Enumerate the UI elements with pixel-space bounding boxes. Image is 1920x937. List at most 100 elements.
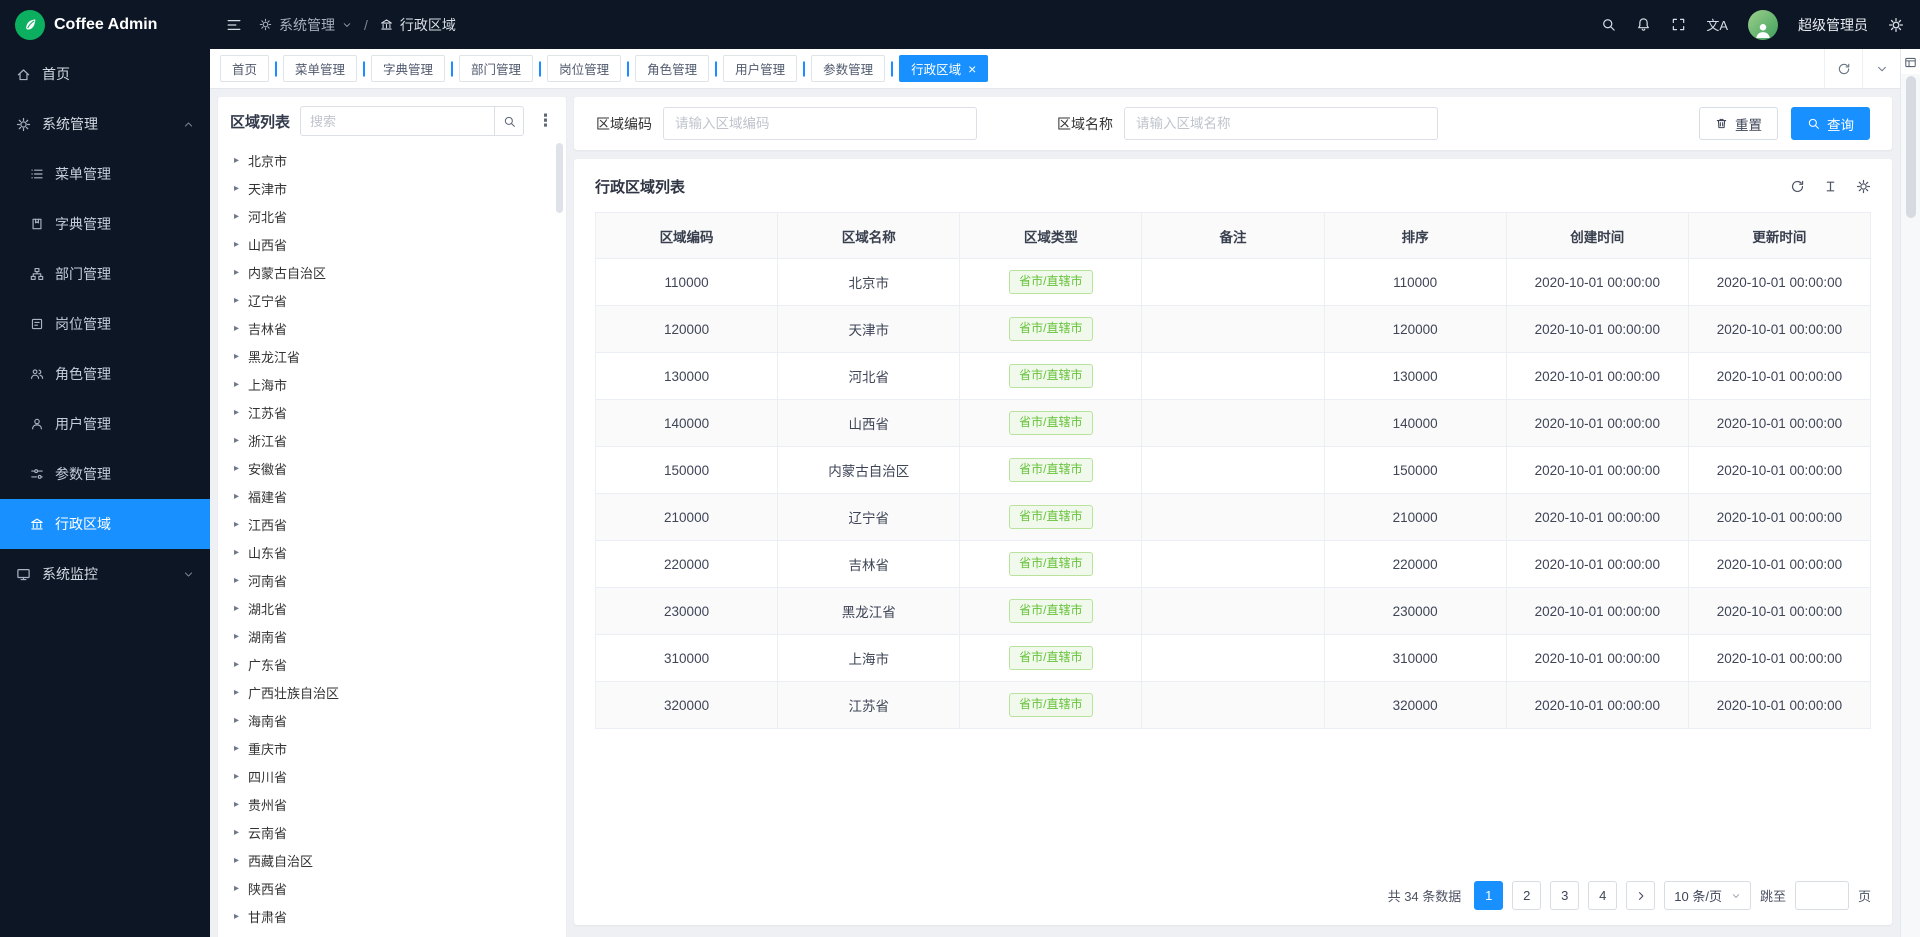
settings-gear-icon[interactable]: [1888, 17, 1904, 33]
tab-item[interactable]: 菜单管理: [283, 55, 357, 82]
table-row[interactable]: 130000河北省省市/直辖市1300002020-10-01 00:00:00…: [596, 353, 1871, 400]
avatar[interactable]: [1748, 10, 1778, 40]
more-vertical-icon[interactable]: ⋮: [534, 111, 557, 131]
caret-right-icon[interactable]: ▸: [234, 379, 239, 390]
tree-item[interactable]: ▸山西省: [226, 230, 566, 258]
tree-scrollbar-thumb[interactable]: [556, 143, 563, 213]
caret-right-icon[interactable]: ▸: [234, 603, 239, 614]
refresh-icon[interactable]: [1824, 49, 1862, 88]
caret-right-icon[interactable]: ▸: [234, 659, 239, 670]
sidebar-item-dict[interactable]: 字典管理: [0, 199, 210, 249]
caret-right-icon[interactable]: ▸: [234, 743, 239, 754]
close-icon[interactable]: ×: [968, 62, 976, 76]
caret-right-icon[interactable]: ▸: [234, 575, 239, 586]
table-row[interactable]: 120000天津市省市/直辖市1200002020-10-01 00:00:00…: [596, 306, 1871, 353]
table-row[interactable]: 320000江苏省省市/直辖市3200002020-10-01 00:00:00…: [596, 682, 1871, 729]
table-row[interactable]: 110000北京市省市/直辖市1100002020-10-01 00:00:00…: [596, 259, 1871, 306]
tree-item[interactable]: ▸重庆市: [226, 734, 566, 762]
bell-icon[interactable]: [1636, 17, 1651, 32]
tree-item[interactable]: ▸湖南省: [226, 622, 566, 650]
caret-right-icon[interactable]: ▸: [234, 267, 239, 278]
tab-item[interactable]: 用户管理: [723, 55, 797, 82]
tab-item[interactable]: 首页: [220, 55, 269, 82]
breadcrumb-group[interactable]: 系统管理: [279, 15, 335, 35]
caret-right-icon[interactable]: ▸: [234, 827, 239, 838]
caret-right-icon[interactable]: ▸: [234, 407, 239, 418]
query-button[interactable]: 查询: [1791, 107, 1870, 140]
tree-item[interactable]: ▸黑龙江省: [226, 342, 566, 370]
sidebar-item-region[interactable]: 行政区域: [0, 499, 210, 549]
caret-right-icon[interactable]: ▸: [234, 519, 239, 530]
tree-item[interactable]: ▸福建省: [226, 482, 566, 510]
tree-item[interactable]: ▸云南省: [226, 818, 566, 846]
username[interactable]: 超级管理员: [1798, 15, 1868, 35]
tree-item[interactable]: ▸辽宁省: [226, 286, 566, 314]
tree-item[interactable]: ▸天津市: [226, 174, 566, 202]
table-row[interactable]: 220000吉林省省市/直辖市2200002020-10-01 00:00:00…: [596, 541, 1871, 588]
collapse-sidebar-icon[interactable]: [226, 17, 242, 33]
jump-page-input[interactable]: [1795, 881, 1849, 910]
sidebar-item-role[interactable]: 角色管理: [0, 349, 210, 399]
tab-item[interactable]: 参数管理: [811, 55, 885, 82]
page-button-3[interactable]: 3: [1550, 881, 1579, 910]
caret-right-icon[interactable]: ▸: [234, 463, 239, 474]
next-page-button[interactable]: [1626, 881, 1655, 910]
caret-right-icon[interactable]: ▸: [234, 799, 239, 810]
tree-item[interactable]: ▸山东省: [226, 538, 566, 566]
tree-item[interactable]: ▸浙江省: [226, 426, 566, 454]
tree-item[interactable]: ▸西藏自治区: [226, 846, 566, 874]
tab-item[interactable]: 岗位管理: [547, 55, 621, 82]
tree-search-input[interactable]: [301, 114, 494, 129]
tree-item[interactable]: ▸青海省: [226, 930, 566, 937]
caret-right-icon[interactable]: ▸: [234, 687, 239, 698]
region-name-input[interactable]: [1124, 107, 1438, 140]
tree-item[interactable]: ▸陕西省: [226, 874, 566, 902]
table-row[interactable]: 150000内蒙古自治区省市/直辖市1500002020-10-01 00:00…: [596, 447, 1871, 494]
sidebar-item-user[interactable]: 用户管理: [0, 399, 210, 449]
caret-right-icon[interactable]: ▸: [234, 855, 239, 866]
fullscreen-icon[interactable]: [1671, 17, 1686, 32]
sidebar-item-home[interactable]: 首页: [0, 49, 210, 99]
refresh-icon[interactable]: [1790, 179, 1805, 194]
tree-item[interactable]: ▸河南省: [226, 566, 566, 594]
sidebar-item-menu[interactable]: 菜单管理: [0, 149, 210, 199]
table-row[interactable]: 140000山西省省市/直辖市1400002020-10-01 00:00:00…: [596, 400, 1871, 447]
caret-right-icon[interactable]: ▸: [234, 631, 239, 642]
tree-item[interactable]: ▸河北省: [226, 202, 566, 230]
tab-item[interactable]: 部门管理: [459, 55, 533, 82]
search-icon[interactable]: [494, 107, 523, 135]
translate-icon[interactable]: 文A: [1706, 15, 1728, 34]
tree-item[interactable]: ▸甘肃省: [226, 902, 566, 930]
tab-item[interactable]: 字典管理: [371, 55, 445, 82]
caret-right-icon[interactable]: ▸: [234, 239, 239, 250]
caret-right-icon[interactable]: ▸: [234, 547, 239, 558]
tree-item[interactable]: ▸江苏省: [226, 398, 566, 426]
caret-right-icon[interactable]: ▸: [234, 715, 239, 726]
reset-button[interactable]: 重置: [1699, 107, 1778, 140]
tree-item[interactable]: ▸贵州省: [226, 790, 566, 818]
sidebar-item-post[interactable]: 岗位管理: [0, 299, 210, 349]
tree-item[interactable]: ▸安徽省: [226, 454, 566, 482]
caret-right-icon[interactable]: ▸: [234, 155, 239, 166]
breadcrumb-page[interactable]: 行政区域: [400, 15, 456, 35]
chevron-down-icon[interactable]: [1862, 49, 1900, 88]
tab-active[interactable]: 行政区域×: [899, 55, 988, 82]
caret-right-icon[interactable]: ▸: [234, 295, 239, 306]
caret-right-icon[interactable]: ▸: [234, 211, 239, 222]
caret-right-icon[interactable]: ▸: [234, 435, 239, 446]
tree-item[interactable]: ▸吉林省: [226, 314, 566, 342]
caret-right-icon[interactable]: ▸: [234, 771, 239, 782]
table-row[interactable]: 310000上海市省市/直辖市3100002020-10-01 00:00:00…: [596, 635, 1871, 682]
caret-right-icon[interactable]: ▸: [234, 883, 239, 894]
app-logo[interactable]: Coffee Admin: [0, 0, 210, 49]
page-button-2[interactable]: 2: [1512, 881, 1541, 910]
caret-right-icon[interactable]: ▸: [234, 351, 239, 362]
sidebar-item-param[interactable]: 参数管理: [0, 449, 210, 499]
column-settings-gear-icon[interactable]: [1856, 179, 1871, 194]
table-row[interactable]: 210000辽宁省省市/直辖市2100002020-10-01 00:00:00…: [596, 494, 1871, 541]
tree-item[interactable]: ▸广东省: [226, 650, 566, 678]
caret-right-icon[interactable]: ▸: [234, 323, 239, 334]
page-button-1[interactable]: 1: [1474, 881, 1503, 910]
tree-item[interactable]: ▸湖北省: [226, 594, 566, 622]
table-row[interactable]: 230000黑龙江省省市/直辖市2300002020-10-01 00:00:0…: [596, 588, 1871, 635]
